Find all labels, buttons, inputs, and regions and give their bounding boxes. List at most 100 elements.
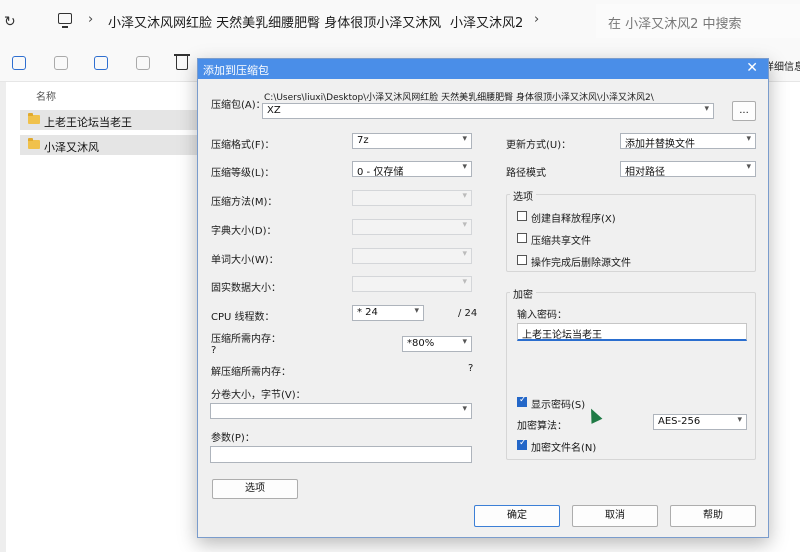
params-input[interactable] xyxy=(210,446,472,463)
mem-value: *80% xyxy=(407,338,435,349)
delete-icon[interactable] xyxy=(174,54,190,70)
chevron-down-icon: ▾ xyxy=(462,134,467,144)
explorer-address-bar: ↻ › 小泽又沐风网红脸 天然美乳细腰肥臀 身体很顶小泽又沐风 › 小泽又沐风2… xyxy=(0,0,800,44)
breadcrumb-folder-1[interactable]: 小泽又沐风网红脸 天然美乳细腰肥臀 身体很顶小泽又沐风 xyxy=(108,12,441,31)
demem-value: ? xyxy=(468,363,474,374)
chevron-down-icon: ▾ xyxy=(746,162,751,172)
breadcrumb-folder-2[interactable]: 小泽又沐风2 xyxy=(450,12,523,31)
path-mode-label: 路径模式 xyxy=(506,168,546,179)
params-label: 参数(P)： xyxy=(211,433,255,444)
path-mode-select[interactable]: 相对路径 ▾ xyxy=(620,161,756,178)
format-select[interactable]: 7z ▾ xyxy=(352,133,472,149)
dialog-titlebar[interactable]: 添加到压缩包 ✕ xyxy=(198,59,768,79)
chevron-right-icon[interactable]: › xyxy=(428,12,433,27)
chevron-right-icon[interactable]: › xyxy=(88,12,93,27)
list-item[interactable]: 上老王论坛当老王 xyxy=(20,110,200,130)
solid-select[interactable]: ▾ xyxy=(352,276,472,292)
method-label: 压缩方法(M)： xyxy=(211,197,278,208)
help-button[interactable]: 帮助 xyxy=(670,505,756,527)
dict-label: 字典大小(D)： xyxy=(211,226,277,237)
archive-path: C:\Users\liuxi\Desktop\小泽又沐风网红脸 天然美乳细腰肥臀… xyxy=(264,93,654,103)
list-item[interactable]: 小泽又沐风 xyxy=(20,135,200,155)
archive-name-value: XZ xyxy=(267,105,281,116)
sfx-checkbox[interactable] xyxy=(517,211,527,221)
algorithm-value: AES-256 xyxy=(658,416,701,427)
chevron-down-icon: ▾ xyxy=(462,337,467,347)
split-combo[interactable]: ▾ xyxy=(210,403,472,419)
method-select[interactable]: ▾ xyxy=(352,190,472,206)
file-name: 小泽又沐风 xyxy=(44,141,99,154)
rename-icon[interactable] xyxy=(94,56,108,70)
path-mode-value: 相对路径 xyxy=(625,167,665,178)
mem-select[interactable]: *80% ▾ xyxy=(402,336,472,352)
archive-label: 压缩包(A)： xyxy=(211,100,266,111)
algorithm-select[interactable]: AES-256 ▾ xyxy=(653,414,747,430)
chevron-down-icon[interactable]: ▾ xyxy=(462,404,467,414)
close-icon[interactable]: ✕ xyxy=(746,60,758,76)
sfx-label[interactable]: 创建自释放程序(X) xyxy=(531,210,616,225)
this-pc-icon[interactable] xyxy=(58,13,72,28)
paste-icon[interactable] xyxy=(54,56,68,70)
update-select[interactable]: 添加并替换文件 ▾ xyxy=(620,133,756,150)
refresh-icon[interactable]: ↻ xyxy=(4,14,16,30)
format-label: 压缩格式(F)： xyxy=(211,140,275,151)
chevron-right-icon[interactable]: › xyxy=(534,12,539,27)
level-label: 压缩等级(L)： xyxy=(211,168,275,179)
chevron-down-icon: ▾ xyxy=(462,191,467,201)
folder-icon xyxy=(28,138,40,149)
column-header-name[interactable]: 名称 xyxy=(36,88,56,103)
dict-select[interactable]: ▾ xyxy=(352,219,472,235)
solid-label: 固实数据大小： xyxy=(211,283,281,294)
show-password-label[interactable]: 显示密码(S) xyxy=(531,396,585,411)
password-label: 输入密码： xyxy=(517,310,567,321)
word-select[interactable]: ▾ xyxy=(352,248,472,264)
cpu-label: CPU 线程数： xyxy=(211,312,275,323)
show-password-checkbox[interactable] xyxy=(517,395,527,407)
level-value: 0 - 仅存储 xyxy=(357,167,404,178)
dialog-title: 添加到压缩包 xyxy=(203,64,269,77)
options-group-title: 选项 xyxy=(510,188,536,203)
demem-label: 解压缩所需内存： xyxy=(211,367,291,378)
cpu-value: * 24 xyxy=(357,307,378,318)
encrypt-names-label[interactable]: 加密文件名(N) xyxy=(531,439,596,454)
file-name: 上老王论坛当老王 xyxy=(44,116,132,129)
folder-icon xyxy=(28,113,40,124)
options-group: 选项 创建自释放程序(X) 压缩共享文件 操作完成后删除源文件 xyxy=(506,188,756,272)
cpu-max: / 24 xyxy=(458,308,478,319)
mem-label: 压缩所需内存： xyxy=(211,334,281,345)
browse-button[interactable]: ... xyxy=(732,101,756,121)
encryption-group: 加密 输入密码： 上老王论坛当老王 显示密码(S) 加密算法： AES-256 … xyxy=(506,286,756,460)
chevron-down-icon[interactable]: ▾ xyxy=(704,104,709,114)
details-button[interactable]: 详细信息 xyxy=(764,58,800,73)
shared-label[interactable]: 压缩共享文件 xyxy=(531,232,591,247)
password-value: 上老王论坛当老王 xyxy=(522,330,602,341)
cpu-select[interactable]: * 24 ▾ xyxy=(352,305,424,321)
chevron-down-icon: ▾ xyxy=(462,277,467,287)
mem-unknown: ? xyxy=(211,345,217,356)
update-label: 更新方式(U)： xyxy=(506,140,572,151)
shared-checkbox[interactable] xyxy=(517,233,527,243)
delete-source-label[interactable]: 操作完成后删除源文件 xyxy=(531,254,631,269)
copy-icon[interactable] xyxy=(12,56,26,70)
chevron-down-icon: ▾ xyxy=(737,415,742,425)
add-to-archive-dialog: 添加到压缩包 ✕ 压缩包(A)： C:\Users\liuxi\Desktop\… xyxy=(197,58,769,538)
ok-button[interactable]: 确定 xyxy=(474,505,560,527)
algorithm-label: 加密算法： xyxy=(517,421,567,432)
encrypt-names-checkbox[interactable] xyxy=(517,438,527,450)
password-input[interactable]: 上老王论坛当老王 xyxy=(517,323,747,341)
search-box[interactable]: 在 小泽又沐风2 中搜索 xyxy=(596,4,800,38)
cancel-button[interactable]: 取消 xyxy=(572,505,658,527)
chevron-down-icon: ▾ xyxy=(746,134,751,144)
scrollbar[interactable] xyxy=(0,82,6,552)
options-button[interactable]: 选项 xyxy=(212,479,298,499)
delete-source-checkbox[interactable] xyxy=(517,255,527,265)
chevron-down-icon: ▾ xyxy=(414,306,419,316)
archive-name-combo[interactable]: XZ ▾ xyxy=(262,103,714,119)
chevron-down-icon: ▾ xyxy=(462,162,467,172)
split-label: 分卷大小，字节(V)： xyxy=(211,390,306,401)
chevron-down-icon: ▾ xyxy=(462,249,467,259)
share-icon[interactable] xyxy=(136,56,150,70)
word-label: 单词大小(W)： xyxy=(211,255,279,266)
level-select[interactable]: 0 - 仅存储 ▾ xyxy=(352,161,472,178)
format-value: 7z xyxy=(357,135,369,146)
